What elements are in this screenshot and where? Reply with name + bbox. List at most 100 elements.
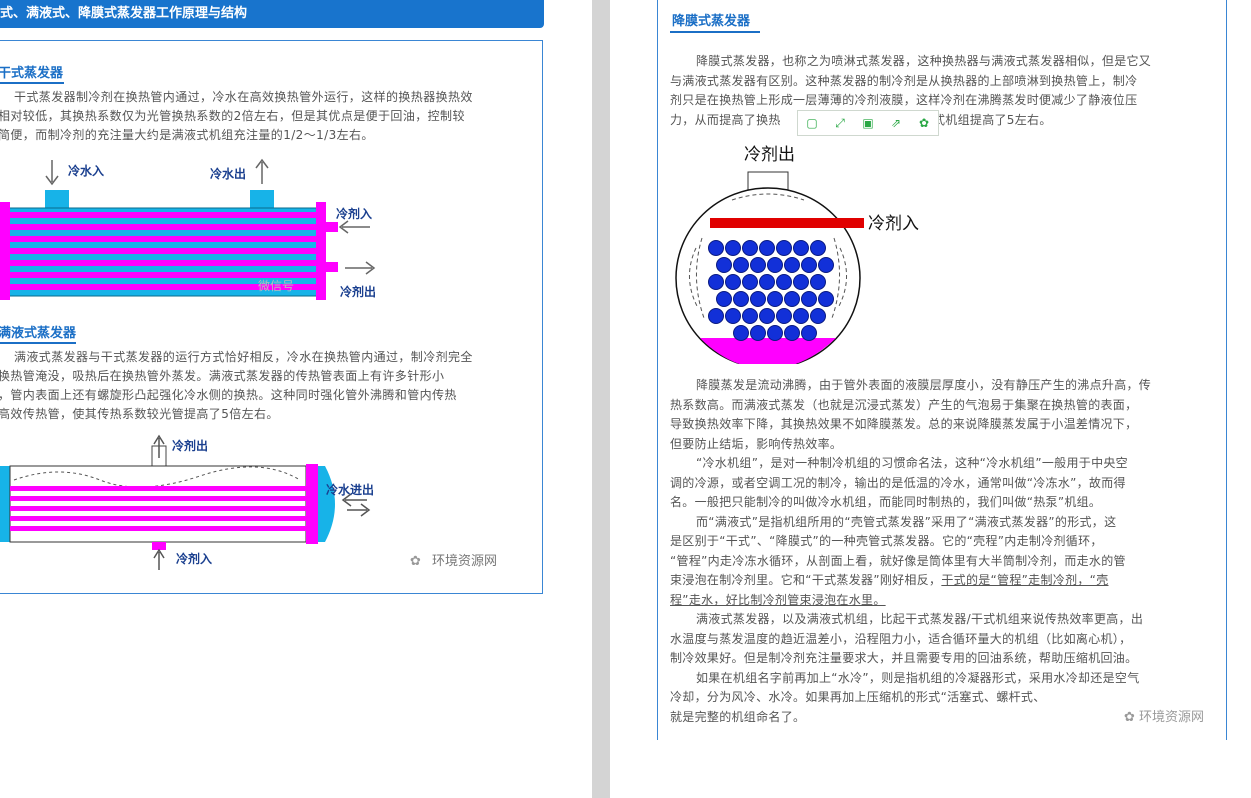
dry-evaporator-heading: 干式蒸发器 xyxy=(0,66,64,81)
heat-exchange-tube xyxy=(793,240,809,256)
heat-exchange-tube xyxy=(776,308,792,324)
heat-exchange-tube xyxy=(767,291,783,307)
body-line-6: 调的冷源，或者空调工况的制冷，输出的是低温的冷水，通常叫做“冷冻水”，故而得 xyxy=(670,475,1126,490)
water-out-label: 冷水出 xyxy=(210,166,246,181)
heat-exchange-tube xyxy=(801,291,817,307)
left-head xyxy=(0,466,10,542)
heat-exchange-tube xyxy=(818,291,834,307)
flooded-watermark: 环境资源网 xyxy=(432,554,497,569)
heat-exchange-tube xyxy=(742,274,758,290)
liquid-pool xyxy=(700,338,836,364)
body-line-12: 程”走水，好比制冷剂管束浸泡在水里。 xyxy=(670,592,886,607)
dry-heading-rule xyxy=(0,82,64,84)
left-page: 式、满液式、降膜式蒸发器工作原理与结构 干式蒸发器 干式蒸发器制冷剂在换热管内通… xyxy=(0,0,592,798)
flooded-evaporator-text: 满液式蒸发器与干式蒸发器的运行方式恰好相反，冷水在换热管内通过，制冷剂完全 换热… xyxy=(0,348,473,424)
falling-heading-rule xyxy=(670,31,760,33)
body-line-11: 束浸泡在制冷剂里。它和“干式蒸发器”刚好相反，干式的是“管程”走制冷剂，“壳 xyxy=(670,571,1151,591)
heat-exchange-tube xyxy=(750,291,766,307)
heat-exchange-tube xyxy=(725,240,741,256)
heat-exchange-tube xyxy=(784,325,800,341)
heat-exchange-tube xyxy=(784,291,800,307)
heat-exchange-tube xyxy=(742,308,758,324)
right-watermark-text: 环境资源网 xyxy=(1139,710,1205,725)
heat-exchange-tube xyxy=(742,240,758,256)
ref-out-label: 冷剂出 xyxy=(172,438,208,453)
right-watermark: ✿ 环境资源网 xyxy=(1124,706,1204,725)
dry-line-2: 相对较低，其换热系数仅为光管换热系数的2倍左右，但是其优点是便于回油，控制较 xyxy=(0,109,465,123)
water-in-arrow xyxy=(45,160,59,186)
body-line-9: 是区别于“干式”、“降膜式”的一种壳管式蒸发器。它的“壳程”内走制冷剂循环， xyxy=(670,534,1103,548)
heat-exchange-tube xyxy=(716,291,732,307)
flooded-evaporator-heading: 满液式蒸发器 xyxy=(0,326,77,341)
flooded-line-4: 高效传热管，使其传热系数较光管提高了5倍左右。 xyxy=(0,407,279,421)
intro-line-4b: 液式机组提高了5左右。 xyxy=(920,112,1052,127)
ref-out-label: 冷剂出 xyxy=(340,284,376,299)
water-in-label: 冷水入 xyxy=(68,163,104,178)
falling-body-text: 降膜蒸发是流动沸腾，由于管外表面的液膜层厚度小，没有静压产生的沸点升高，传 热系… xyxy=(670,376,1151,727)
body-line-2: 热系数高。而满液式蒸发（也就是沉浸式蒸发）产生的气泡易于集聚在换热管的表面， xyxy=(670,397,1138,412)
ref-in-pipe xyxy=(324,222,338,232)
body-line-8: 而“满液式”是指机组所用的“壳管式蒸发器”采用了“满液式蒸发器”的形式，这 xyxy=(696,514,1117,529)
share-icon[interactable]: ⇗ xyxy=(889,116,903,130)
heat-exchange-tube xyxy=(733,257,749,273)
body-line-7: 名。一般把只能制冷的叫做冷水机组，而能同时制热的，我们叫做“热泵”机组。 xyxy=(670,495,1102,509)
ref-out-pipe xyxy=(324,262,338,272)
heat-exchange-tube xyxy=(793,274,809,290)
dry-watermark: 微信号 xyxy=(258,279,294,293)
intro-line-3: 剂只是在换热管上形成一层薄薄的冷剂液膜，这样冷剂在沸腾蒸发时便减少了静液位压 xyxy=(670,93,1138,107)
heat-exchange-tube xyxy=(776,274,792,290)
body-line-5: “冷水机组”，是对一种制冷机组的习惯命名法，这种“冷水机组”一般用于中央空 xyxy=(696,456,1128,470)
dry-evaporator-text: 干式蒸发器制冷剂在换热管内通过，冷水在高效换热管外运行，这样的换热器换热效 相对… xyxy=(0,88,473,145)
ref-out-arrow xyxy=(345,261,376,275)
heat-exchange-tube xyxy=(810,240,826,256)
right-tubesheet xyxy=(316,202,326,300)
body-line-1: 降膜蒸发是流动沸腾，由于管外表面的液膜层厚度小，没有静压产生的沸点升高，传 xyxy=(696,378,1152,392)
intro-line-2: 与满液式蒸发器有区别。这种蒸发器的制冷剂是从换热器的上部喷淋到换热管上，制冷 xyxy=(670,73,1138,88)
heat-exchange-tube xyxy=(733,291,749,307)
heat-exchange-tube xyxy=(767,257,783,273)
body-line-13: 满液式蒸发器，以及满液式机组，比起干式蒸发器/干式机组来说传热效率更高，出 xyxy=(696,612,1144,626)
ref-in-arrow xyxy=(338,220,370,234)
heat-exchange-tube xyxy=(716,257,732,273)
intro-line-4a: 力，从而提高了换热 xyxy=(670,112,781,127)
image-toolbar: ▢ ⤢ ▣ ⇗ ✿ xyxy=(797,110,939,136)
heat-exchange-tube xyxy=(810,308,826,324)
dry-evaporator-diagram: 冷水入 冷水出 冷剂入 冷剂出 微信号 xyxy=(0,158,376,300)
ref-in-label: 冷剂入 xyxy=(336,206,372,221)
right-head xyxy=(318,466,335,542)
heat-exchange-tube xyxy=(708,308,724,324)
body-line-10: “管程”内走冷冻水循环，从剖面上看，就好像是筒体里有大半筒制冷剂，而走水的管 xyxy=(670,553,1126,568)
settings-icon[interactable]: ✿ xyxy=(917,116,931,130)
flooded-line-2: 换热管淹没，吸热后在换热管外蒸发。满液式蒸发器的传热管表面上有许多针形小 xyxy=(0,369,445,383)
heat-exchange-tube xyxy=(733,325,749,341)
body-line-4: 但要防止结垢，影响传热效率。 xyxy=(670,436,843,451)
body-line-18: 就是完整的机组命名了。 xyxy=(670,709,806,724)
heat-exchange-tube xyxy=(725,274,741,290)
heat-exchange-tube xyxy=(708,240,724,256)
heat-exchange-tube xyxy=(759,240,775,256)
heat-exchange-tube xyxy=(759,274,775,290)
ref-in-label: 冷剂入 xyxy=(868,214,919,234)
heat-exchange-tube xyxy=(767,325,783,341)
flooded-evaporator-diagram: 冷剂出 冷水进出 冷剂入 环境资源网 ✿ xyxy=(0,434,497,570)
ref-in-label: 冷剂入 xyxy=(176,551,212,566)
ref-out-label: 冷剂出 xyxy=(744,145,795,165)
heat-exchange-tube xyxy=(810,274,826,290)
article-title-banner: 式、满液式、降膜式蒸发器工作原理与结构 xyxy=(0,0,544,28)
falling-film-heading: 降膜式蒸发器 xyxy=(672,14,751,29)
body-line-11b: 干式的是“管程”走制冷剂，“壳 xyxy=(941,573,1109,587)
wechat-logo-icon: ✿ xyxy=(1124,710,1135,725)
ref-in-arrow xyxy=(153,548,165,570)
body-line-3: 导致换热效率下降，其换热效果不如降膜蒸发。总的来说降膜蒸发属于小温差情况下， xyxy=(670,417,1138,431)
wechat-logo-icon: ✿ xyxy=(410,554,421,569)
flooded-heading-rule xyxy=(0,342,76,344)
copy-icon[interactable]: ▢ xyxy=(805,116,819,130)
water-io-label: 冷水进出 xyxy=(326,482,374,497)
intro-line-1: 降膜式蒸发器，也称之为喷淋式蒸发器，这种换热器与满液式蒸发器相似，但是它又 xyxy=(696,54,1152,68)
expand-icon[interactable]: ⤢ xyxy=(833,116,847,130)
save-icon[interactable]: ▣ xyxy=(861,116,875,130)
heat-exchange-tube xyxy=(708,274,724,290)
body-line-14: 水温度与蒸发温度的趋近温差小，沿程阻力小，适合循环量大的机组（比如离心机）， xyxy=(670,631,1132,646)
flooded-line-1: 满液式蒸发器与干式蒸发器的运行方式恰好相反，冷水在换热管内通过，制冷剂完全 xyxy=(14,350,473,364)
body-line-16: 如果在机组名字前再加上“水冷”，则是指机组的冷凝器形式，采用水冷却还是空气 xyxy=(696,670,1140,685)
